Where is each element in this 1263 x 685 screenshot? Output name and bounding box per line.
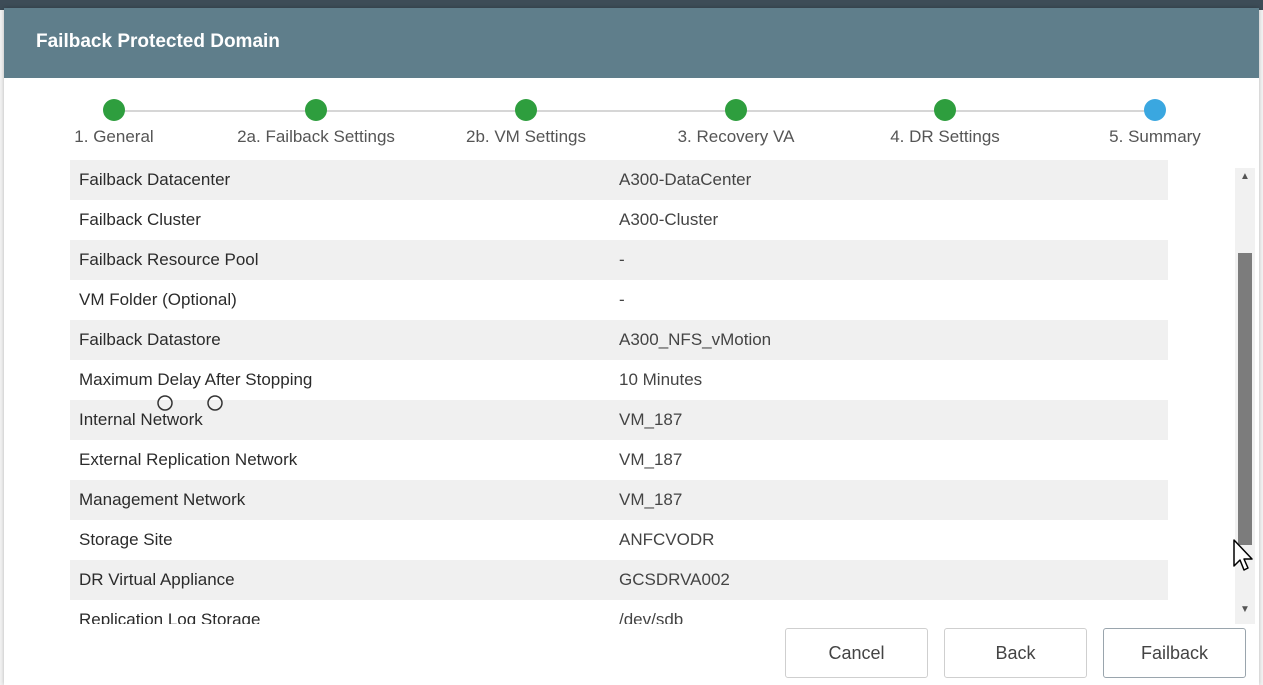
step-complete-icon bbox=[934, 99, 956, 121]
row-value: ANFCVODR bbox=[619, 530, 715, 549]
row-value: A300-DataCenter bbox=[619, 170, 752, 189]
step-dr-settings[interactable]: 4. DR Settings bbox=[845, 96, 1045, 147]
step-failback-settings[interactable]: 2a. Failback Settings bbox=[216, 96, 416, 147]
row-key: Failback Cluster bbox=[79, 210, 201, 229]
dialog-titlebar: Failback Protected Domain bbox=[4, 8, 1259, 78]
step-label: 2b. VM Settings bbox=[465, 127, 586, 146]
step-summary[interactable]: 5. Summary bbox=[1055, 96, 1255, 147]
failback-dialog: Failback Protected Domain 1. General 2a.… bbox=[4, 8, 1259, 685]
row-value: 10 Minutes bbox=[619, 370, 703, 389]
row-value: A300_NFS_vMotion bbox=[619, 330, 772, 349]
back-button[interactable]: Back bbox=[944, 628, 1087, 678]
row-key: Management Network bbox=[79, 490, 246, 509]
row-key: External Replication Network bbox=[79, 450, 298, 469]
table-row: Failback Resource Pool - bbox=[70, 240, 1168, 280]
row-value: - bbox=[619, 250, 625, 269]
step-label: 2a. Failback Settings bbox=[237, 127, 395, 146]
step-general[interactable]: 1. General bbox=[14, 96, 214, 147]
step-current-icon bbox=[1144, 99, 1166, 121]
table-row: Failback Datacenter A300-DataCenter bbox=[70, 160, 1168, 200]
row-key: Replication Log Storage bbox=[79, 610, 261, 624]
row-key: Maximum Delay After Stopping bbox=[79, 370, 313, 389]
row-key: Failback Datacenter bbox=[79, 170, 231, 189]
step-complete-icon bbox=[103, 99, 125, 121]
wizard-steps: 1. General 2a. Failback Settings 2b. VM … bbox=[4, 96, 1259, 166]
dialog-title: Failback Protected Domain bbox=[36, 31, 280, 52]
step-label: 1. General bbox=[74, 127, 154, 146]
cancel-button[interactable]: Cancel bbox=[785, 628, 928, 678]
row-value: /dev/sdb bbox=[619, 610, 684, 624]
row-key: DR Virtual Appliance bbox=[79, 570, 235, 589]
table-row: Storage Site ANFCVODR bbox=[70, 520, 1168, 560]
table-row: Failback Cluster A300-Cluster bbox=[70, 200, 1168, 240]
scroll-up-icon[interactable]: ▲ bbox=[1235, 168, 1255, 186]
row-value: VM_187 bbox=[619, 450, 683, 469]
table-row: DR Virtual Appliance GCSDRVA002 bbox=[70, 560, 1168, 600]
row-key: Failback Datastore bbox=[79, 330, 221, 349]
row-key: Storage Site bbox=[79, 530, 173, 549]
table-row: VM Folder (Optional) - bbox=[70, 280, 1168, 320]
failback-button[interactable]: Failback bbox=[1103, 628, 1246, 678]
row-value: - bbox=[619, 290, 625, 309]
step-label: 3. Recovery VA bbox=[677, 127, 795, 146]
row-value: VM_187 bbox=[619, 410, 683, 429]
row-key: Failback Resource Pool bbox=[79, 250, 259, 269]
row-value: VM_187 bbox=[619, 490, 683, 509]
table-row: Management Network VM_187 bbox=[70, 480, 1168, 520]
table-row: Replication Log Storage /dev/sdb bbox=[70, 600, 1168, 624]
scroll-thumb[interactable] bbox=[1238, 253, 1252, 545]
mouse-pointer-icon bbox=[1233, 539, 1253, 571]
step-complete-icon bbox=[305, 99, 327, 121]
table-row: External Replication Network VM_187 bbox=[70, 440, 1168, 480]
step-label: 5. Summary bbox=[1109, 127, 1201, 146]
step-label: 4. DR Settings bbox=[890, 127, 1000, 146]
row-key: VM Folder (Optional) bbox=[79, 290, 237, 309]
busy-cursor-icon bbox=[157, 395, 223, 411]
step-recovery-va[interactable]: 3. Recovery VA bbox=[636, 96, 836, 147]
step-complete-icon bbox=[725, 99, 747, 121]
row-value: GCSDRVA002 bbox=[619, 570, 730, 589]
step-complete-icon bbox=[515, 99, 537, 121]
step-vm-settings[interactable]: 2b. VM Settings bbox=[426, 96, 626, 147]
table-row: Failback Datastore A300_NFS_vMotion bbox=[70, 320, 1168, 360]
row-value: A300-Cluster bbox=[619, 210, 719, 229]
scroll-down-icon[interactable]: ▼ bbox=[1235, 601, 1255, 619]
